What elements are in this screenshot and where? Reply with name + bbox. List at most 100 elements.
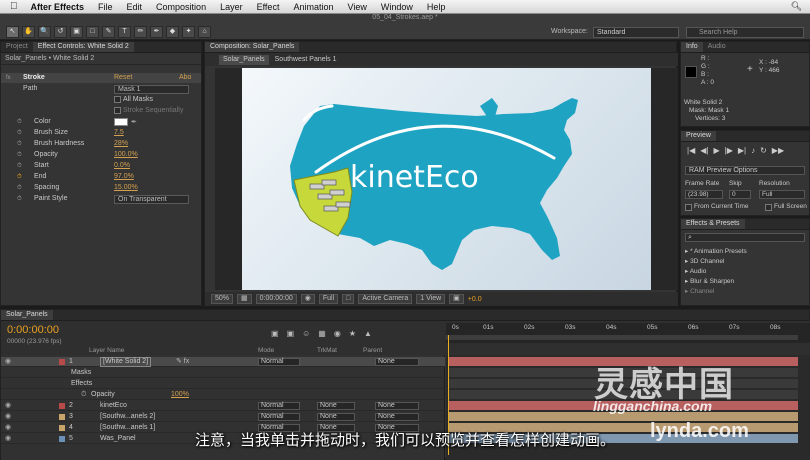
tab-audio[interactable]: Audio	[703, 42, 731, 52]
layer-prop-row[interactable]: Effects	[1, 379, 445, 389]
puppet-tool-icon[interactable]: ⌂	[198, 26, 211, 38]
tab-effects-presets[interactable]: Effects & Presets	[681, 219, 745, 229]
fast-preview-icon[interactable]: ▣	[449, 294, 464, 304]
eye-icon[interactable]: ◉	[5, 412, 11, 422]
stopwatch-icon[interactable]: ⏱	[17, 161, 22, 171]
stopwatch-icon[interactable]: ⏱	[17, 117, 22, 127]
tab-preview[interactable]: Preview	[681, 131, 716, 141]
search-help-input[interactable]: Search Help	[686, 27, 804, 38]
ram-preview-icon[interactable]: ▶▶	[772, 146, 784, 155]
effects-group[interactable]: Effects	[71, 379, 92, 389]
path-dropdown[interactable]: Mask 1	[114, 85, 189, 94]
mode-dropdown[interactable]: Normal	[258, 413, 300, 421]
label-color-swatch[interactable]	[59, 359, 65, 365]
opacity-prop-value[interactable]: 100%	[171, 390, 189, 400]
mode-dropdown[interactable]: Normal	[258, 402, 300, 410]
tab-timeline-solar-panels[interactable]: Solar_Panels	[1, 310, 53, 320]
stopwatch-icon[interactable]: ⏱	[17, 128, 22, 138]
first-frame-icon[interactable]: |◀	[687, 146, 695, 155]
views-dropdown[interactable]: 1 View	[416, 294, 446, 304]
roto-tool-icon[interactable]: ✦	[182, 26, 195, 38]
play-icon[interactable]: ▶	[713, 146, 719, 155]
menu-window[interactable]: Window	[374, 2, 420, 12]
trkmat-dropdown[interactable]: None	[317, 402, 355, 410]
apple-menu-icon[interactable]: 	[0, 1, 24, 12]
shy-icon[interactable]: ☺	[302, 329, 310, 338]
comp-flowchart-icon[interactable]: ▣	[271, 329, 279, 338]
comp-viewer[interactable]: kinetEco	[215, 68, 678, 290]
clone-tool-icon[interactable]: ✒	[150, 26, 163, 38]
ram-preview-dropdown[interactable]: RAM Preview Options	[685, 166, 805, 175]
skip-dropdown[interactable]: 0	[729, 190, 751, 199]
opacity-value[interactable]: 100.0%	[114, 150, 138, 160]
eyedropper-icon[interactable]: ✒︎	[131, 118, 137, 128]
brush-hardness-value[interactable]: 28%	[114, 139, 128, 149]
brush-size-value[interactable]: 7.5	[114, 128, 124, 138]
snapshot-icon[interactable]: ◉	[300, 294, 315, 304]
work-area-bar[interactable]	[446, 335, 798, 340]
fx-stroke-row[interactable]: fx Stroke Reset Abo	[1, 73, 201, 83]
end-value[interactable]: 97.0%	[114, 172, 134, 182]
all-masks-checkbox[interactable]	[114, 96, 121, 103]
stopwatch-icon[interactable]: ⏱	[17, 194, 22, 204]
layer-name[interactable]: [White Solid 2]	[100, 357, 152, 367]
zoom-tool-icon[interactable]: 🔍	[38, 26, 51, 38]
stopwatch-icon[interactable]: ⏱	[17, 183, 22, 193]
preset-item[interactable]: ▸ Channel	[685, 287, 714, 295]
hand-tool-icon[interactable]: ✋	[22, 26, 35, 38]
eye-icon[interactable]: ◉	[5, 401, 11, 411]
layer-switches[interactable]: ✎ fx	[176, 357, 189, 367]
menu-edit[interactable]: Edit	[120, 2, 150, 12]
preset-item[interactable]: ▸ * Animation Presets	[685, 247, 747, 255]
masks-group[interactable]: Masks	[71, 368, 91, 378]
layer-name[interactable]: kinetEco	[100, 401, 127, 411]
preset-item[interactable]: ▸ Audio	[685, 267, 706, 275]
presets-search-input[interactable]: ⌕	[685, 233, 805, 242]
parent-dropdown[interactable]: None	[375, 413, 419, 421]
tab-effect-controls[interactable]: Effect Controls: White Solid 2	[32, 42, 134, 52]
timeline-timecode[interactable]: 0:00:00:00	[7, 324, 59, 336]
menu-animation[interactable]: Animation	[286, 2, 340, 12]
text-tool-icon[interactable]: T	[118, 26, 131, 38]
from-current-checkbox[interactable]	[685, 204, 692, 211]
stopwatch-icon[interactable]: ⏱	[17, 150, 22, 160]
brainstorm-icon[interactable]: ★	[349, 329, 356, 338]
brush-tool-icon[interactable]: ✏	[134, 26, 147, 38]
rectangle-tool-icon[interactable]: □	[86, 26, 99, 38]
next-frame-icon[interactable]: |▶	[725, 146, 733, 155]
label-color-swatch[interactable]	[59, 403, 65, 409]
camera-tool-icon[interactable]: ▣	[70, 26, 83, 38]
menu-effect[interactable]: Effect	[250, 2, 287, 12]
draft-3d-icon[interactable]: ▣	[287, 329, 295, 338]
layer-row[interactable]: ◉ 3 [Southw...anels 2] Normal None None	[1, 412, 445, 422]
frame-rate-dropdown[interactable]: (23.98)	[685, 190, 723, 199]
color-swatch[interactable]	[114, 118, 128, 126]
spotlight-icon[interactable]: 🔍︎	[784, 1, 810, 12]
paint-style-dropdown[interactable]: On Transparent	[114, 195, 189, 204]
tab-project[interactable]: Project	[1, 42, 33, 52]
graph-editor-icon[interactable]: ▲	[364, 329, 372, 338]
preset-item[interactable]: ▸ 3D Channel	[685, 257, 724, 265]
trkmat-dropdown[interactable]: None	[317, 413, 355, 421]
eraser-tool-icon[interactable]: ◆	[166, 26, 179, 38]
menu-view[interactable]: View	[340, 2, 373, 12]
layer-row[interactable]: ◉ 1 [White Solid 2] ✎ fx Normal None	[1, 357, 445, 367]
region-icon[interactable]: □	[342, 294, 355, 304]
breadcrumb-southwest-panels[interactable]: Southwest Panels 1	[275, 56, 337, 63]
preset-item[interactable]: ▸ Blur & Sharpen	[685, 277, 734, 285]
full-screen-checkbox[interactable]	[765, 204, 772, 211]
parent-dropdown[interactable]: None	[375, 402, 419, 410]
layer-name[interactable]: [Southw...anels 2]	[100, 412, 155, 422]
grid-icon[interactable]: ▦	[237, 294, 252, 304]
selection-tool-icon[interactable]: ↖	[6, 26, 19, 38]
zoom-dropdown[interactable]: 50%	[211, 294, 234, 304]
frame-blend-icon[interactable]: ▦	[318, 329, 326, 338]
fx-icon[interactable]: fx	[6, 73, 11, 83]
camera-dropdown[interactable]: Active Camera	[358, 294, 413, 304]
stopwatch-icon[interactable]: ⏱	[81, 390, 86, 400]
reset-link[interactable]: Reset	[114, 73, 132, 83]
last-frame-icon[interactable]: ▶|	[738, 146, 746, 155]
rotate-tool-icon[interactable]: ↺	[54, 26, 67, 38]
stopwatch-icon[interactable]: ⏱	[17, 139, 22, 149]
stroke-seq-checkbox[interactable]	[114, 107, 121, 114]
